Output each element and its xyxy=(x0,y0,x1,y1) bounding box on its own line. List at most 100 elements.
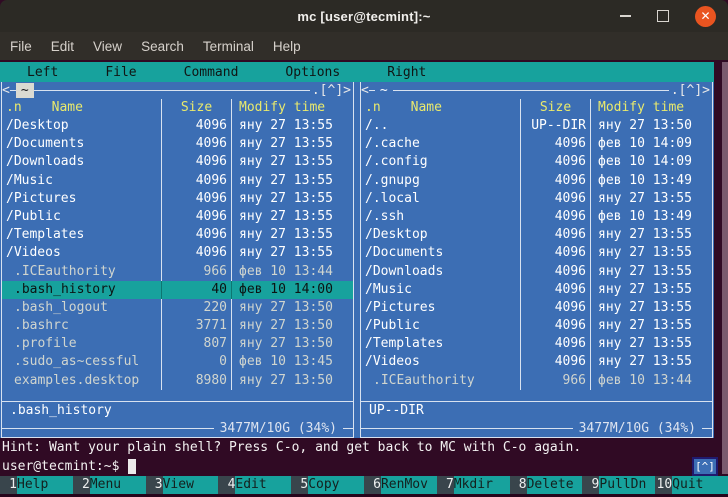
file-row[interactable]: /Pictures 4096 яну 27 13:55 xyxy=(2,189,353,208)
file-name: /Pictures xyxy=(365,299,436,315)
file-row[interactable]: .bash_logout 220 яну 27 13:50 xyxy=(2,298,353,318)
fkey-7-mkdir[interactable]: 7 Mkdir xyxy=(437,476,510,494)
file-row[interactable]: .ICEauthority 966 фев 10 13:44 xyxy=(361,371,712,390)
fkey-9-pulldn[interactable]: 9 PullDn xyxy=(582,476,656,494)
fkey-10-quit[interactable]: 10 Quit xyxy=(655,476,728,494)
column-header-modify[interactable]: Modify time xyxy=(590,99,712,117)
file-size: 40 xyxy=(161,280,231,299)
file-row[interactable]: /Music 4096 яну 27 13:55 xyxy=(361,280,712,299)
fkey-6-renmov[interactable]: 6 RenMov xyxy=(364,476,437,494)
file-modify: яну 27 13:55 xyxy=(590,189,712,208)
panel-scroll-marker[interactable]: .[^]> xyxy=(310,83,353,98)
file-row[interactable]: /Downloads 4096 яну 27 13:55 xyxy=(361,262,712,281)
file-name: /Public xyxy=(6,208,61,224)
menubar-item-terminal[interactable]: Terminal xyxy=(203,39,254,54)
file-row[interactable]: .ICEauthority 966 фев 10 13:44 xyxy=(2,262,353,281)
mc-menu-item-right[interactable]: Right xyxy=(387,65,426,80)
file-modify: яну 27 13:50 xyxy=(231,317,353,336)
column-header-name[interactable]: Name xyxy=(52,99,83,117)
fkey-label: Copy xyxy=(308,476,364,494)
file-row[interactable]: /.ssh 4096 фев 10 13:49 xyxy=(361,207,712,227)
panel-empty-space xyxy=(2,390,353,401)
file-row[interactable]: .sudo_as~cessful 0 фев 10 13:45 xyxy=(2,353,353,372)
file-size: 4096 xyxy=(520,262,590,281)
border-line xyxy=(33,90,310,91)
file-modify: яну 27 13:55 xyxy=(590,353,712,372)
command-line[interactable]: user@tecmint:~$ [^] xyxy=(0,457,728,476)
fkey-3-view[interactable]: 3 View xyxy=(146,476,219,494)
file-row[interactable]: /.. UP--DIR яну 27 13:50 xyxy=(361,117,712,136)
file-row[interactable]: .bashrc 3771 яну 27 13:50 xyxy=(2,317,353,336)
mc-menubar: Left File Command Options Right xyxy=(0,62,714,82)
file-row[interactable]: /Pictures 4096 яну 27 13:55 xyxy=(361,298,712,318)
file-modify: фев 10 14:00 xyxy=(231,280,353,299)
file-row[interactable]: /.gnupg 4096 фев 10 13:49 xyxy=(361,171,712,190)
file-modify: фев 10 14:09 xyxy=(590,153,712,172)
file-row[interactable]: /.cache 4096 фев 10 14:09 xyxy=(361,135,712,154)
mc-menu-item-options[interactable]: Options xyxy=(285,65,340,80)
file-row-selected[interactable]: .bash_history 40 фев 10 14:00 xyxy=(2,280,353,299)
mc-menu-item-command[interactable]: Command xyxy=(184,65,239,80)
file-modify: фев 10 13:49 xyxy=(590,171,712,190)
fkey-number: 7 xyxy=(445,477,454,492)
column-header-size[interactable]: Size xyxy=(161,99,231,117)
minimize-button[interactable] xyxy=(620,15,631,17)
file-row[interactable]: /Public 4096 яну 27 13:55 xyxy=(361,317,712,336)
file-row[interactable]: /Downloads 4096 яну 27 13:55 xyxy=(2,153,353,172)
file-name: /Templates xyxy=(6,227,85,243)
file-row[interactable]: /Documents 4096 яну 27 13:55 xyxy=(2,135,353,154)
close-button[interactable]: ✕ xyxy=(695,5,716,27)
file-row[interactable]: /Templates 4096 яну 27 13:55 xyxy=(2,226,353,245)
menubar-item-file[interactable]: File xyxy=(10,39,32,54)
file-modify: яну 27 13:50 xyxy=(590,117,712,136)
terminal-area: Left File Command Options Right < ~ .[^]… xyxy=(0,60,728,497)
file-modify: яну 27 13:55 xyxy=(231,153,353,172)
file-row[interactable]: /.config 4096 фев 10 14:09 xyxy=(361,153,712,172)
file-modify: яну 27 13:55 xyxy=(590,298,712,318)
fkey-2-menu[interactable]: 2 Menu xyxy=(73,476,146,494)
menubar-item-view[interactable]: View xyxy=(93,39,122,54)
file-modify: яну 27 13:55 xyxy=(590,335,712,354)
mc-menu-item-file[interactable]: File xyxy=(105,65,136,80)
mc-menu-item-left[interactable]: Left xyxy=(27,65,58,80)
file-name: .ICEauthority xyxy=(373,372,475,388)
terminal-scrollbar[interactable] xyxy=(722,62,728,474)
left-panel-title: < ~ .[^]> xyxy=(2,82,353,99)
file-row[interactable]: /Desktop 4096 яну 27 13:55 xyxy=(2,117,353,136)
maximize-button[interactable] xyxy=(657,10,669,22)
sort-marker[interactable]: .n xyxy=(6,99,22,117)
column-header-modify[interactable]: Modify time xyxy=(231,99,353,117)
file-row[interactable]: /Templates 4096 яну 27 13:55 xyxy=(361,335,712,354)
fkey-1-help[interactable]: 1 Help xyxy=(0,476,73,494)
file-row[interactable]: .profile 807 яну 27 13:50 xyxy=(2,335,353,354)
right-panel-footer: 3477M/10G (34%) xyxy=(361,420,712,437)
scroll-up-indicator[interactable]: [^] xyxy=(692,457,718,476)
window-title: mc [user@tecmint]:~ xyxy=(297,8,431,24)
sort-marker[interactable]: .n xyxy=(365,99,381,117)
file-row[interactable]: /Music 4096 яну 27 13:55 xyxy=(2,171,353,190)
file-size: 4096 xyxy=(161,189,231,208)
file-row[interactable]: /Documents 4096 яну 27 13:55 xyxy=(361,244,712,263)
file-row[interactable]: /Desktop 4096 яну 27 13:55 xyxy=(361,226,712,245)
file-row[interactable]: /Public 4096 яну 27 13:55 xyxy=(2,207,353,227)
file-row[interactable]: /Videos 4096 яну 27 13:55 xyxy=(2,244,353,263)
right-panel-path[interactable]: ~ xyxy=(375,83,393,98)
file-size: 966 xyxy=(520,371,590,390)
fkey-8-delete[interactable]: 8 Delete xyxy=(510,476,583,494)
menubar-item-search[interactable]: Search xyxy=(141,39,184,54)
panel-scroll-marker[interactable]: .[^]> xyxy=(669,83,712,98)
menubar-item-help[interactable]: Help xyxy=(273,39,301,54)
file-row[interactable]: examples.desktop 8980 яну 27 13:50 xyxy=(2,371,353,390)
file-row[interactable]: /Videos 4096 яну 27 13:55 xyxy=(361,353,712,372)
fkey-5-copy[interactable]: 5 Copy xyxy=(291,476,364,494)
right-panel-title: < ~ .[^]> xyxy=(361,82,712,99)
left-panel-path[interactable]: ~ xyxy=(15,83,34,98)
column-header-size[interactable]: Size xyxy=(520,99,590,117)
fkey-4-edit[interactable]: 4 Edit xyxy=(218,476,292,494)
menubar-item-edit[interactable]: Edit xyxy=(51,39,74,54)
column-header-name[interactable]: Name xyxy=(411,99,442,117)
left-file-list: /Desktop 4096 яну 27 13:55/Documents 4096 ян… xyxy=(2,117,353,390)
file-name: /Downloads xyxy=(365,263,444,279)
file-name: /Desktop xyxy=(365,227,428,243)
file-row[interactable]: /.local 4096 яну 27 13:55 xyxy=(361,189,712,208)
